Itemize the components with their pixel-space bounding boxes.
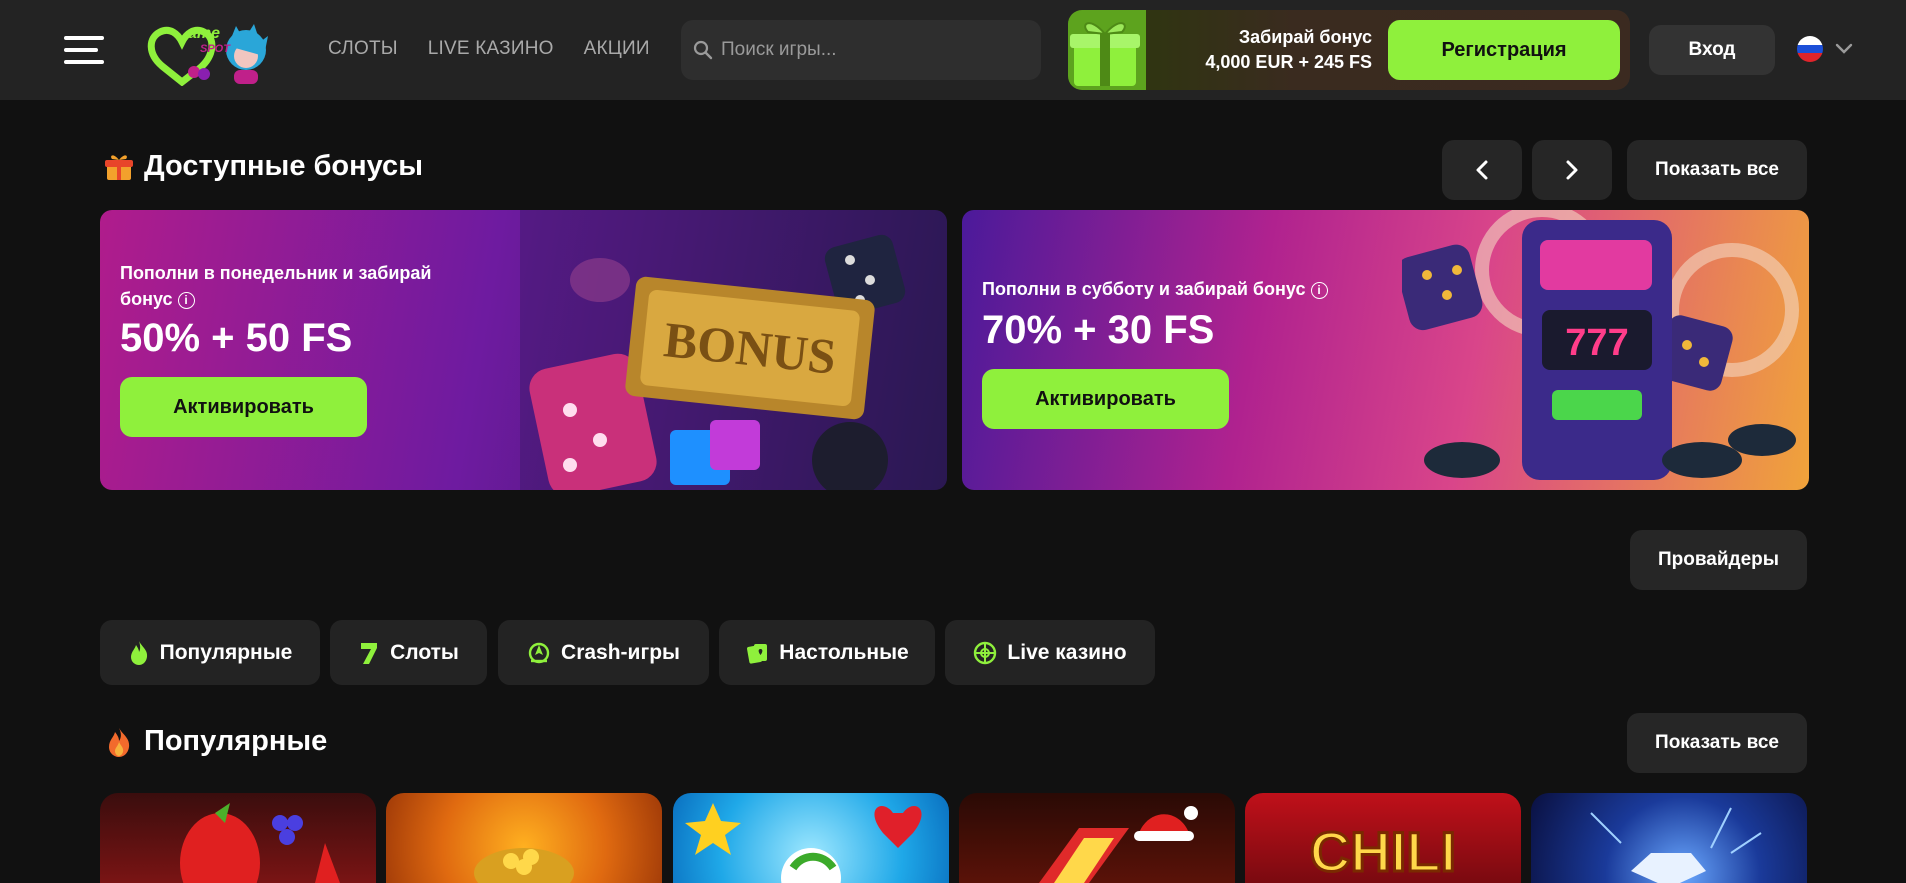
rocket-icon [528,642,550,663]
top-header: ame SPOT СЛОТЫ LIVE КАЗИНО АКЦИИ Забирай… [0,0,1906,100]
login-button[interactable]: Вход [1649,25,1775,75]
providers-button[interactable]: Провайдеры [1630,530,1807,590]
game-thumbnail[interactable] [673,793,949,883]
bonus-subtitle-line1: Пополни в понедельник и забирай [120,263,432,283]
seven-icon [361,642,378,664]
category-popular[interactable]: Популярные [100,620,320,685]
promo-banner[interactable]: Забирай бонус 4,000 EUR + 245 FS Регистр… [1068,10,1630,90]
activate-bonus-saturday-button[interactable]: Активировать [982,369,1229,429]
game-art [474,848,574,883]
game-art [180,803,340,883]
category-label: Настольные [779,640,909,664]
search-box[interactable] [681,20,1041,80]
game-art: CHILI [1308,819,1457,883]
game-thumbnail[interactable]: CHILI [1245,793,1521,883]
info-icon[interactable]: i [177,292,195,309]
bonus-amount-monday: 50% + 50 FS [120,316,353,360]
chevron-left-icon [1476,160,1488,180]
category-crash[interactable]: Crash-игры [498,620,709,685]
info-icon[interactable]: i [1310,282,1328,299]
popular-heading: Популярные [104,725,327,758]
popular-show-all-button[interactable]: Показать все [1627,713,1807,773]
category-label: Crash-игры [561,640,680,664]
category-label: Live казино [1007,640,1127,664]
game-art [1039,806,1198,883]
category-table[interactable]: Настольные [719,620,935,685]
category-slots[interactable]: Слоты [330,620,487,685]
bonuses-next-button[interactable] [1532,140,1612,200]
fire-icon [109,727,130,757]
category-label: Популярные [159,640,293,664]
bonuses-show-all-button[interactable]: Показать все [1627,140,1807,200]
bonuses-prev-button[interactable] [1442,140,1522,200]
game-art [1590,807,1762,883]
bonus-card-monday: BONUS Пополни в понедельник и забирай бо… [100,210,947,490]
popular-title: Популярные [144,725,328,757]
search-input[interactable] [721,39,1021,61]
menu-icon[interactable] [64,36,104,64]
slot-art-text: 777 [1565,322,1628,364]
gift-icon [1068,10,1146,90]
activate-bonus-monday-button[interactable]: Активировать [120,377,367,437]
chevron-down-icon [1835,43,1853,54]
bonus-subtitle-monday: Пополни в понедельник и забирай бонус i [120,260,431,312]
language-selector[interactable] [1797,36,1853,62]
nav-live-casino[interactable]: LIVE КАЗИНО [428,38,554,60]
chevron-right-icon [1566,160,1578,180]
search-icon [693,40,713,60]
bonuses-title: Доступные бонусы [144,150,423,182]
svg-text:ame: ame [188,25,220,42]
game-thumbnail[interactable] [959,793,1235,883]
main-nav: СЛОТЫ LIVE КАЗИНО АКЦИИ [328,38,650,60]
bonuses-heading: Доступные бонусы [104,150,423,183]
promo-line2: 4,000 EUR + 245 FS [1205,52,1372,72]
bonus-amount-saturday: 70% + 30 FS [982,308,1215,352]
bonus-subtitle-line2: бонус [120,289,173,309]
game-art [685,803,922,883]
gift-icon [105,154,133,180]
promo-text: Забирай бонус 4,000 EUR + 245 FS [1205,25,1372,75]
nav-slots[interactable]: СЛОТЫ [328,38,398,60]
flame-icon [130,640,147,665]
game-art-text: CHILI [1310,820,1456,883]
roulette-icon [974,641,997,664]
cards-icon [747,643,768,664]
category-live-casino[interactable]: Live казино [945,620,1155,685]
game-thumbnail[interactable] [100,793,376,883]
game-thumbnail[interactable] [386,793,662,883]
russia-flag-icon [1797,36,1823,62]
bonus-ticket-illustration: BONUS [520,210,947,490]
logo-wordmark: ame SPOT [188,25,231,55]
game-thumbnail[interactable] [1531,793,1807,883]
bonus-card-saturday: 777 Пополни в субботу и забирай бонус i … [962,210,1809,490]
slot-machine-illustration: 777 [1402,210,1799,480]
category-label: Слоты [390,640,459,664]
promo-line1: Забирай бонус [1238,27,1372,47]
nav-promotions[interactable]: АКЦИИ [584,38,650,60]
svg-text:SPOT: SPOT [200,43,231,55]
bonus-subtitle-line1: Пополни в субботу и забирай бонус [982,279,1306,299]
bonus-subtitle-saturday: Пополни в субботу и забирай бонус i [982,276,1328,302]
register-button[interactable]: Регистрация [1388,20,1620,80]
